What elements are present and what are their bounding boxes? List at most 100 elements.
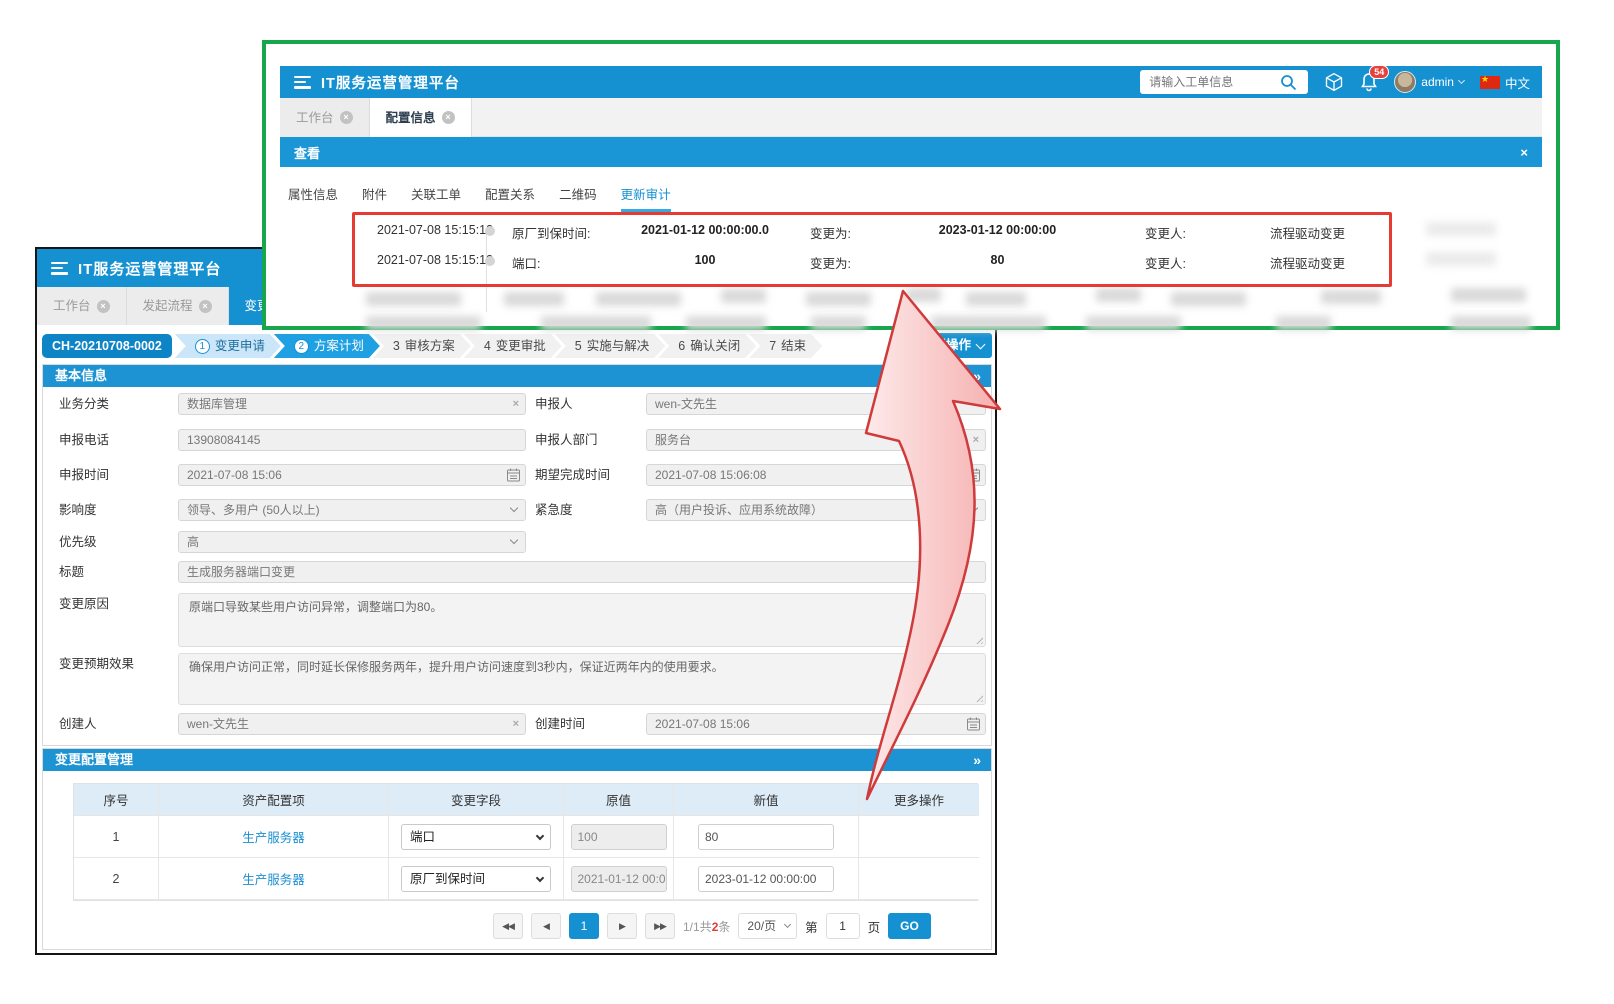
impact-dropdown[interactable]: 领导、多用户 (50人以上) — [178, 499, 526, 521]
new-value-input[interactable]: 2023-01-12 00:00:00 — [698, 866, 834, 892]
urgency-dropdown[interactable]: 高（用户投诉、应用系统故障） — [646, 499, 986, 521]
row-index: 2 — [74, 858, 159, 900]
reporter-field[interactable]: wen-文先生 × — [646, 393, 986, 415]
audit-field-label: 端口: — [512, 253, 540, 272]
search-icon[interactable] — [1280, 74, 1297, 91]
chevron-down-icon — [1458, 77, 1465, 84]
redacted-text — [931, 316, 1046, 330]
creator-field[interactable]: wen-文先生 × — [178, 713, 526, 735]
tab-close-icon[interactable]: × — [442, 111, 455, 124]
language-label: 中文 — [1505, 73, 1530, 92]
user-menu[interactable]: admin — [1394, 71, 1464, 93]
redacted-text — [1171, 292, 1246, 306]
work-order-search[interactable] — [1140, 70, 1308, 94]
business-category-field[interactable]: 数据库管理 × — [178, 393, 526, 415]
first-page-button[interactable]: ◀◀ — [493, 913, 523, 939]
tab-related-orders[interactable]: 关联工单 — [411, 182, 461, 212]
change-reason-textarea[interactable]: 原端口导致某些用户访问异常，调整端口为80。 — [178, 593, 986, 647]
tab-attachments[interactable]: 附件 — [362, 182, 387, 212]
notification-bell[interactable]: 54 — [1360, 72, 1378, 92]
redacted-text — [1426, 222, 1496, 236]
field-value: 确保用户访问正常，同时延长保修服务两年，提升用户访问速度到3秒内，保证近两年内的… — [189, 660, 724, 674]
step-confirm-close[interactable]: 6 确认关闭 — [658, 334, 756, 358]
collapse-icon[interactable]: » — [973, 749, 981, 771]
prev-page-button[interactable]: ◀ — [531, 913, 561, 939]
clear-icon[interactable]: × — [513, 714, 519, 734]
cube-icon[interactable] — [1324, 72, 1344, 92]
change-field-select[interactable]: 原厂到保时间 — [401, 866, 551, 892]
language-switcher[interactable]: ★ 中文 — [1480, 73, 1530, 92]
redacted-text — [504, 292, 564, 306]
tab-attribute-info[interactable]: 属性信息 — [288, 182, 338, 212]
close-icon[interactable]: × — [1520, 145, 1528, 160]
current-page-button[interactable]: 1 — [569, 913, 599, 939]
screenshot-root: IT服务运营管理平台 工作台 × 发起流程 × 变更管理 CH-20210708… — [0, 0, 1614, 1004]
tab-start-process[interactable]: 发起流程 × — [127, 287, 229, 325]
tab-close-icon[interactable]: × — [199, 300, 212, 313]
timeline-dot-icon — [485, 226, 495, 236]
audit-change-label: 变更为: — [810, 223, 851, 242]
last-page-button[interactable]: ▶▶ — [645, 913, 675, 939]
menu-hamburger-icon[interactable] — [294, 76, 311, 89]
tab-workbench[interactable]: 工作台 × — [37, 287, 127, 325]
search-input[interactable] — [1140, 71, 1278, 93]
field-label: 优先级 — [59, 531, 97, 553]
step-number: 4 — [484, 334, 491, 358]
next-page-button[interactable]: ▶ — [607, 913, 637, 939]
redacted-text — [366, 292, 461, 306]
audit-old-value: 2021-01-12 00:00:00.0 — [595, 223, 815, 237]
reporter-dept-field[interactable]: 服务台 × — [646, 429, 986, 451]
redacted-text — [1451, 316, 1531, 330]
tab-config-info[interactable]: 配置信息 × — [370, 98, 472, 137]
asset-link[interactable]: 生产服务器 — [242, 827, 305, 846]
clear-icon[interactable]: × — [973, 430, 979, 450]
collapse-icon[interactable]: » — [973, 365, 981, 387]
calendar-icon[interactable] — [967, 717, 980, 735]
redacted-text — [811, 316, 866, 330]
redacted-text — [1451, 288, 1526, 302]
priority-dropdown[interactable]: 高 — [178, 531, 526, 553]
overlay-titlebar: IT服务运营管理平台 54 admin ★ 中文 — [280, 66, 1542, 98]
calendar-icon[interactable] — [507, 468, 520, 486]
step-change-request[interactable]: 1 变更申请 — [175, 334, 281, 358]
step-number: 7 — [769, 334, 776, 358]
field-label: 申报时间 — [59, 464, 109, 486]
go-button[interactable]: GO — [888, 913, 931, 939]
step-plan[interactable]: 2 方案计划 — [274, 334, 380, 358]
jump-page-input[interactable]: 1 — [826, 913, 860, 939]
asset-link[interactable]: 生产服务器 — [242, 869, 305, 888]
report-phone-field[interactable]: 13908084145 — [178, 429, 526, 451]
step-change-approval[interactable]: 4 变更审批 — [464, 334, 562, 358]
config-table-header-row: 序号 资产配置项 变更字段 原值 新值 更多操作 — [74, 784, 977, 816]
page-size-select[interactable]: 20/页 — [738, 913, 797, 939]
create-time-field[interactable]: 2021-07-08 15:06 — [646, 713, 986, 735]
field-value: 生成服务器端口变更 — [187, 565, 295, 579]
field-value: wen-文先生 — [655, 397, 717, 411]
tab-update-audit[interactable]: 更新审计 — [621, 182, 671, 212]
redacted-text — [906, 288, 941, 302]
tab-qrcode[interactable]: 二维码 — [559, 182, 597, 212]
tab-close-icon[interactable]: × — [340, 111, 353, 124]
timeline-dot-icon — [485, 256, 495, 266]
process-actions-button[interactable]: 流程操作 — [911, 333, 992, 358]
tab-workbench[interactable]: 工作台 × — [280, 98, 370, 137]
expected-effect-textarea[interactable]: 确保用户访问正常，同时延长保修服务两年，提升用户访问速度到3秒内，保证近两年内的… — [178, 653, 986, 705]
title-field[interactable]: 生成服务器端口变更 — [178, 561, 986, 583]
calendar-icon[interactable] — [967, 468, 980, 486]
step-implement[interactable]: 5 实施与解决 — [555, 334, 665, 358]
new-value-input[interactable]: 80 — [698, 824, 834, 850]
tab-close-icon[interactable]: × — [97, 300, 110, 313]
audit-new-value: 2023-01-12 00:00:00 — [890, 223, 1105, 237]
old-value-input: 100 — [571, 824, 667, 850]
step-end[interactable]: 7 结束 — [749, 334, 822, 358]
expected-finish-time-field[interactable]: 2021-07-08 15:06:08 — [646, 464, 986, 486]
clear-icon[interactable]: × — [973, 394, 979, 414]
basic-info-section: 基本信息 » 业务分类 数据库管理 × 申报人 wen-文先生 × 申报电话 1… — [42, 364, 992, 746]
report-time-field[interactable]: 2021-07-08 15:06 — [178, 464, 526, 486]
menu-hamburger-icon[interactable] — [51, 262, 68, 275]
chevron-down-icon — [510, 536, 518, 544]
step-review-plan[interactable]: 3 审核方案 — [373, 334, 471, 358]
tab-config-relations[interactable]: 配置关系 — [485, 182, 535, 212]
change-field-select[interactable]: 端口 — [401, 824, 551, 850]
clear-icon[interactable]: × — [513, 394, 519, 414]
